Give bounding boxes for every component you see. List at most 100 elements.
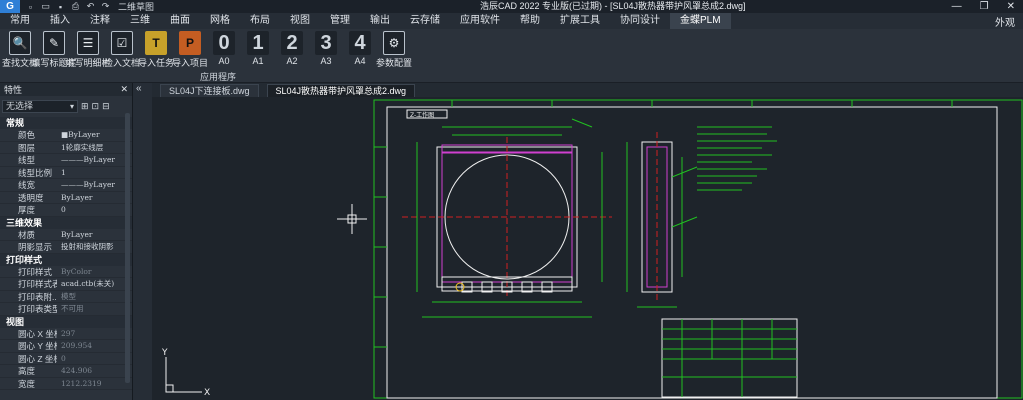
property-value[interactable]: ByLayer (57, 192, 132, 204)
property-row[interactable]: 线型 ———ByLayer (0, 154, 132, 167)
save-icon[interactable]: ▪ (56, 2, 65, 12)
document-tab-0[interactable]: SL04J下连接板.dwg (160, 84, 259, 97)
property-value[interactable]: 209.954 (57, 340, 132, 352)
workspace-switcher[interactable]: 二维草图 (118, 0, 154, 13)
dock-arrow-icon[interactable]: « (136, 83, 142, 94)
property-value[interactable]: 1 (57, 167, 132, 179)
undo-icon[interactable]: ↶ (86, 1, 95, 11)
ribbon-button-7[interactable]: 1 A1 (242, 31, 274, 69)
ribbon-button-6[interactable]: 0 A0 (208, 31, 240, 69)
app-logo[interactable]: G (0, 0, 20, 13)
property-value[interactable]: ———ByLayer (57, 154, 132, 166)
new-file-icon[interactable]: ▫ (26, 2, 35, 12)
property-value[interactable]: 297 (57, 328, 132, 340)
toggle-pickadd-icon[interactable]: ⊟ (102, 101, 110, 112)
property-row[interactable]: 厚度 0 (0, 204, 132, 217)
menu-tab-14[interactable]: 协同设计 (610, 13, 670, 29)
close-panel-icon[interactable]: ✕ (120, 84, 128, 95)
properties-scrollbar[interactable] (125, 113, 130, 383)
quick-select-icon[interactable]: ⊞ (81, 101, 89, 112)
property-value[interactable]: 1212.2319 (57, 378, 132, 390)
property-row[interactable]: 颜色 ■ByLayer (0, 129, 132, 142)
menu-tab-11[interactable]: 应用软件 (450, 13, 510, 29)
property-value[interactable]: acad.ctb(未关) (57, 278, 132, 290)
property-value[interactable]: 1轮廓实线层 (57, 142, 132, 154)
property-value[interactable]: ByLayer (57, 229, 132, 241)
menu-tab-9[interactable]: 输出 (360, 13, 400, 29)
property-section-header[interactable]: 常规 (0, 117, 132, 129)
property-row[interactable]: 圆心 X 坐标297 (0, 328, 132, 340)
minimize-icon[interactable]: — (952, 0, 962, 13)
redo-icon[interactable]: ↷ (101, 1, 110, 11)
drawing-canvas[interactable]: Z-工作图 Y X (152, 97, 1023, 400)
property-section-header[interactable]: 视图 (0, 315, 132, 328)
ribbon-button-5[interactable]: P 导入项目 (172, 31, 208, 69)
menu-tab-3[interactable]: 三维 (120, 13, 160, 29)
property-row[interactable]: 圆心 Y 坐标209.954 (0, 340, 132, 353)
menu-tab-13[interactable]: 扩展工具 (550, 13, 610, 29)
ribbon-button-3[interactable]: ☑ 检入文档 (104, 31, 140, 69)
appearance-menu[interactable]: 外观 (995, 14, 1023, 29)
ribbon-group-label: 应用程序 (200, 72, 237, 82)
menu-tab-5[interactable]: 网格 (200, 13, 240, 29)
menu-tab-4[interactable]: 曲面 (160, 13, 200, 29)
menu-tab-6[interactable]: 布局 (240, 13, 280, 29)
menu-tab-15[interactable]: 金蝶PLM (670, 13, 731, 29)
ribbon-button-icon: 1 (247, 31, 269, 55)
ribbon-button-4[interactable]: T 导入任务 (138, 31, 175, 69)
property-value[interactable]: 投射和接收阴影 (57, 241, 132, 253)
selection-dropdown[interactable]: 无选择 (2, 100, 78, 113)
property-row[interactable]: 打印表类型 不可用 (0, 303, 132, 316)
property-key: 打印样式表 (18, 279, 57, 289)
property-value[interactable]: 424.906 (57, 365, 132, 377)
ribbon-button-9[interactable]: 3 A3 (310, 31, 342, 69)
property-key: 打印表类型 (18, 304, 57, 314)
property-value[interactable]: ———ByLayer (57, 179, 132, 191)
menu-tab-8[interactable]: 管理 (320, 13, 360, 29)
property-row[interactable]: 线型比例 1 (0, 167, 132, 179)
property-row[interactable]: 圆心 Z 坐标0 (0, 353, 132, 365)
menu-tab-10[interactable]: 云存储 (400, 13, 450, 29)
property-value[interactable]: ByColor (57, 266, 132, 278)
property-row[interactable]: 阴影显示 投射和接收阴影 (0, 241, 132, 254)
property-row[interactable]: 线宽 ———ByLayer (0, 179, 132, 192)
menu-tab-2[interactable]: 注释 (80, 13, 120, 29)
title-block-grid (662, 319, 797, 397)
ribbon-button-2[interactable]: ☰ 填写明细栏 (66, 31, 111, 69)
property-value[interactable]: 0 (57, 204, 132, 216)
property-row[interactable]: 打印样式 ByColor (0, 266, 132, 278)
ribbon-button-label: 导入任务 (138, 58, 175, 68)
property-value[interactable]: 模型 (57, 291, 132, 303)
property-row[interactable]: 透明度 ByLayer (0, 192, 132, 204)
ribbon-button-8[interactable]: 2 A2 (276, 31, 308, 69)
menu-tab-0[interactable]: 常用 (0, 13, 40, 29)
property-row[interactable]: 宽度 1212.2319 (0, 378, 132, 390)
select-objects-icon[interactable]: ⊡ (92, 101, 100, 112)
property-row[interactable]: 打印表附... 模型 (0, 291, 132, 303)
property-section-header[interactable]: 三维效果 (0, 216, 132, 229)
menu-tab-1[interactable]: 插入 (40, 13, 80, 29)
property-row[interactable]: 高度 424.906 (0, 365, 132, 378)
property-value[interactable]: ■ByLayer (57, 129, 132, 141)
ribbon-button-10[interactable]: 4 A4 (344, 31, 376, 69)
property-row[interactable]: 打印样式表 acad.ctb(未关) (0, 278, 132, 291)
property-row[interactable]: 材质 ByLayer (0, 229, 132, 241)
zone-ticks (374, 100, 953, 348)
property-key: 线宽 (18, 180, 36, 190)
property-value[interactable]: 0 (57, 353, 132, 365)
document-tab-1[interactable]: SL04J散热器带护风罩总成2.dwg (266, 84, 416, 97)
maximize-icon[interactable]: ❐ (980, 0, 989, 13)
ribbon-button-11[interactable]: ⚙ 参数配置 (376, 31, 412, 69)
property-section-header[interactable]: 打印样式 (0, 253, 132, 266)
property-value[interactable]: 不可用 (57, 303, 132, 315)
property-row[interactable]: 图层 1轮廓实线层 (0, 142, 132, 154)
crosshair-cursor (337, 204, 367, 234)
ribbon-button-icon: P (179, 31, 201, 55)
ribbon-buttons: 🔍 查找文档 ✎ 填写标题栏 ☰ 填写明细栏 ☑ 检入文档 T 导入任务 P 导入项目 0 A0 1 A1 2 A… (2, 31, 412, 69)
menu-tab-12[interactable]: 帮助 (510, 13, 550, 29)
ribbon-button-icon: 2 (281, 31, 303, 55)
open-file-icon[interactable]: ▭ (41, 1, 50, 11)
close-icon[interactable]: ✕ (1007, 0, 1015, 13)
menu-tab-7[interactable]: 视图 (280, 13, 320, 29)
print-icon[interactable]: ⎙ (71, 1, 80, 11)
